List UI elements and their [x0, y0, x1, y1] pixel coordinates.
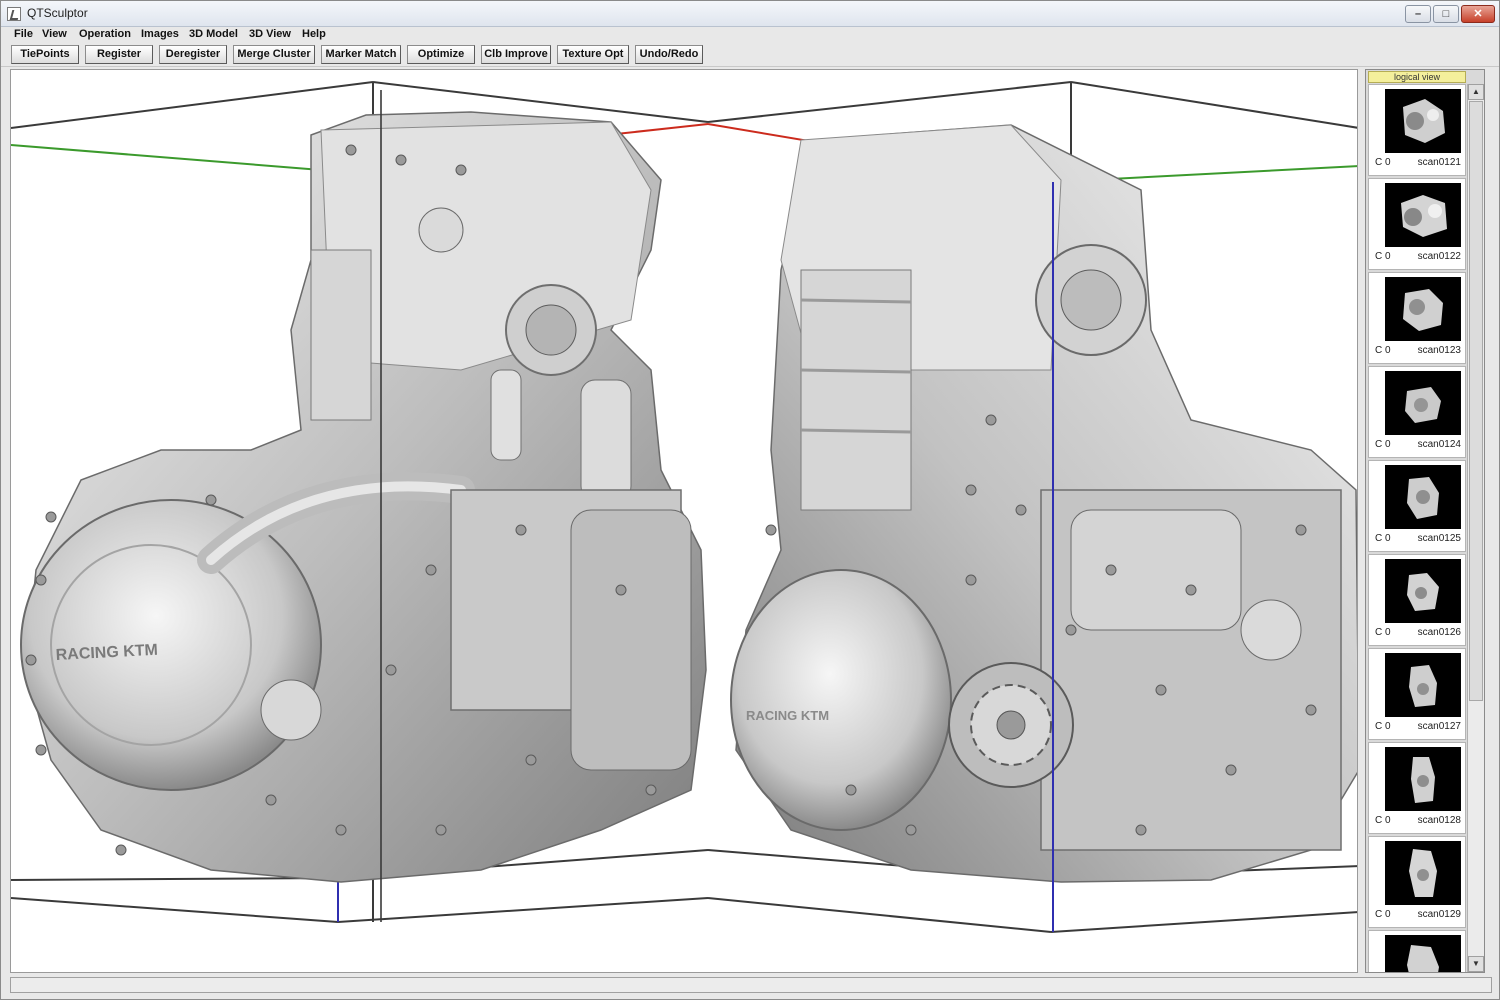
menu-operation[interactable]: Operation — [79, 28, 131, 40]
menu-images[interactable]: Images — [141, 28, 179, 40]
menu-bar: File View Operation Images 3D Model 3D V… — [1, 27, 1499, 43]
panel-scrollbar[interactable]: ▲ ▼ — [1467, 84, 1484, 972]
menu-file[interactable]: File — [14, 28, 33, 40]
scan-name: scan0122 — [1417, 251, 1461, 262]
register-button[interactable]: Register — [85, 45, 153, 64]
window-title: QTSculptor — [27, 6, 88, 20]
3d-scene: RACING KTM RACING KTM — [11, 81, 1357, 933]
right-engine-logo: RACING KTM — [746, 708, 829, 723]
menu-view[interactable]: View — [42, 28, 67, 40]
scan-thumbnail — [1385, 935, 1461, 972]
title-bar[interactable]: QTSculptor – □ ✕ — [1, 1, 1499, 27]
texture-opt-button[interactable]: Texture Opt — [557, 45, 629, 64]
right-engine-model: RACING KTM — [730, 124, 1357, 932]
scroll-up-button[interactable]: ▲ — [1468, 84, 1484, 100]
scan-thumbnail — [1385, 465, 1461, 529]
merge-cluster-button[interactable]: Merge Cluster — [233, 45, 315, 64]
scan-thumbnail — [1385, 559, 1461, 623]
scan-item[interactable] — [1368, 930, 1466, 972]
undo-redo-button[interactable]: Undo/Redo — [635, 45, 703, 64]
scan-thumbnail — [1385, 841, 1461, 905]
minimize-icon: – — [1414, 8, 1422, 20]
clb-improve-button[interactable]: Clb Improve — [481, 45, 551, 64]
scan-thumbnail — [1385, 277, 1461, 341]
optimize-button[interactable]: Optimize — [407, 45, 475, 64]
toolbar: TiePoints Register Deregister Merge Clus… — [1, 43, 1499, 67]
scan-item[interactable]: C 0 scan0124 — [1368, 366, 1466, 458]
scan-name: scan0125 — [1417, 533, 1461, 544]
minimize-button[interactable]: – — [1405, 5, 1431, 23]
scan-thumbnail — [1385, 371, 1461, 435]
scan-item[interactable]: C 0 scan0127 — [1368, 648, 1466, 740]
scan-cluster: C 0 — [1375, 909, 1391, 920]
left-x-axis — [615, 123, 709, 135]
scan-name: scan0126 — [1417, 627, 1461, 638]
scan-item[interactable]: C 0 scan0122 — [1368, 178, 1466, 270]
left-engine-model: RACING KTM — [20, 90, 707, 922]
scan-cluster: C 0 — [1375, 627, 1391, 638]
left-y-axis — [11, 144, 322, 171]
scan-item[interactable]: C 0 scan0123 — [1368, 272, 1466, 364]
close-button[interactable]: ✕ — [1461, 5, 1495, 23]
scan-cluster: C 0 — [1375, 439, 1391, 450]
status-bar — [10, 977, 1492, 993]
maximize-icon: □ — [1442, 8, 1450, 20]
app-window: QTSculptor – □ ✕ File View Operation Ima… — [0, 0, 1500, 1000]
scrollbar-thumb[interactable] — [1469, 101, 1483, 701]
tiepoints-button[interactable]: TiePoints — [11, 45, 79, 64]
logical-view-panel: logical view C 0 scan0121 C 0 scan0122 C… — [1365, 69, 1485, 973]
scan-item[interactable]: C 0 scan0129 — [1368, 836, 1466, 928]
scroll-down-button[interactable]: ▼ — [1468, 956, 1484, 972]
scan-item[interactable]: C 0 scan0128 — [1368, 742, 1466, 834]
close-icon: ✕ — [1473, 8, 1483, 20]
scan-name: scan0121 — [1417, 157, 1461, 168]
scan-item[interactable]: C 0 scan0121 — [1368, 84, 1466, 176]
menu-3d-view[interactable]: 3D View — [249, 28, 291, 40]
scan-name: scan0123 — [1417, 345, 1461, 356]
maximize-button[interactable]: □ — [1433, 5, 1459, 23]
scan-name: scan0129 — [1417, 909, 1461, 920]
scan-item[interactable]: C 0 scan0126 — [1368, 554, 1466, 646]
scan-name: scan0127 — [1417, 721, 1461, 732]
scan-cluster: C 0 — [1375, 815, 1391, 826]
scan-cluster: C 0 — [1375, 157, 1391, 168]
scan-thumbnail — [1385, 653, 1461, 717]
scan-thumbnail — [1385, 89, 1461, 153]
scan-cluster: C 0 — [1375, 345, 1391, 356]
scan-cluster: C 0 — [1375, 533, 1391, 544]
scan-thumbnail — [1385, 747, 1461, 811]
app-icon — [7, 7, 21, 21]
menu-3d-model[interactable]: 3D Model — [189, 28, 238, 40]
scan-cluster: C 0 — [1375, 251, 1391, 262]
deregister-button[interactable]: Deregister — [159, 45, 227, 64]
scan-thumbnail — [1385, 183, 1461, 247]
3d-viewport[interactable]: RACING KTM RACING KTM — [10, 69, 1358, 973]
scan-name: scan0124 — [1417, 439, 1461, 450]
menu-help[interactable]: Help — [302, 28, 326, 40]
scan-name: scan0128 — [1417, 815, 1461, 826]
scan-list[interactable]: C 0 scan0121 C 0 scan0122 C 0 scan0123 C… — [1368, 84, 1466, 972]
scan-item[interactable]: C 0 scan0125 — [1368, 460, 1466, 552]
scan-cluster: C 0 — [1375, 721, 1391, 732]
panel-title: logical view — [1368, 71, 1466, 83]
marker-match-button[interactable]: Marker Match — [321, 45, 401, 64]
